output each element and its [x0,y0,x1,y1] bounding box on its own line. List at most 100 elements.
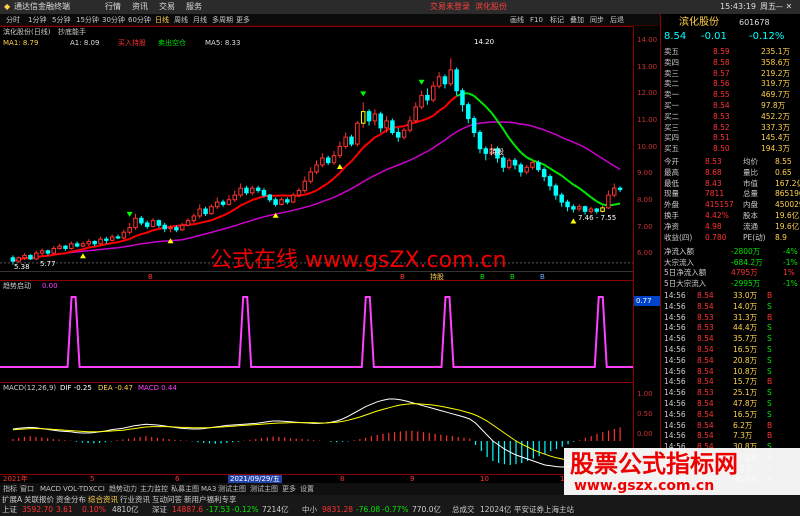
tab-fund[interactable]: 资金分布 [56,495,86,505]
stat-value: 0.780 [705,232,727,242]
candlestick-chart[interactable] [0,27,633,281]
tick-volume: 47.8万 [733,399,758,408]
tab-period-0[interactable]: 分时 [6,14,20,26]
tick-price: 8.54 [697,420,714,430]
tab-settings[interactable]: 设置 [300,483,314,495]
candle-body [115,236,121,239]
candle-body [320,157,325,166]
ma-line-short [438,106,446,112]
clock: 15:43:19 [720,2,756,11]
candle-body [606,194,611,209]
candle-body [617,187,623,191]
ma-line-short [398,125,405,128]
tool-overlay[interactable]: 叠加 [570,14,584,26]
tab-period-9[interactable]: 多周期 [212,14,233,26]
ob-volume: 337.3万 [761,122,790,132]
tab-cci[interactable]: CCI [93,483,105,495]
axis-label: 10.00 [637,143,658,151]
tab-more[interactable]: 更多 [282,483,296,495]
ma-line-short [549,167,557,173]
menu-service[interactable]: 服务 [186,0,202,14]
tick-price: 8.54 [697,291,714,300]
stat-value: 4.42% [705,211,729,220]
candle-body [121,231,127,239]
tab-period-6[interactable]: 日线 [155,14,169,26]
stat-label: 流通 [743,221,758,231]
ma-line-short [490,112,499,122]
candle-body [588,208,594,212]
tab-ind-news[interactable]: 行业资讯 [120,495,150,505]
tab-period-5[interactable]: 60分钟 [128,14,151,26]
tab-vol[interactable]: VOL-TDX [63,483,93,495]
tab-ext[interactable]: 扩展A [2,495,22,505]
index-ticker: 上证 3592.70 3.61 0.10% 4810亿 深证 14887.6 -17.53 -0… [0,505,800,516]
tab-period-2[interactable]: 5分钟 [52,14,70,26]
tab-window[interactable]: 窗口 [20,483,34,495]
tab-period-3[interactable]: 15分钟 [76,14,99,26]
tab-private[interactable]: 私募主图 [171,483,199,495]
ob-price: 8.51 [713,133,730,143]
candle-body [395,131,401,138]
candle-body [337,145,343,157]
tab-period-10[interactable]: 更多 [236,14,250,26]
tab-period-1[interactable]: 1分钟 [28,14,46,26]
tab-period-4[interactable]: 30分钟 [102,14,125,26]
macd-chart[interactable] [0,383,633,475]
tab-test1[interactable]: 测试主图 [218,483,246,495]
tick-volume: 16.5万 [733,409,758,419]
tool-draw[interactable]: 画线 [510,14,524,26]
window-controls-icon[interactable]: — ✕ [775,0,792,14]
trend-chart[interactable] [0,281,633,383]
ob-volume: 235.1万 [761,47,790,56]
tick-price: 8.54 [697,377,714,387]
promo-login[interactable]: 交易未登录 [430,0,470,14]
candle-body [331,155,337,164]
tab-test2[interactable]: 测试主图 [250,483,278,495]
tool-sync[interactable]: 同步 [590,14,604,26]
tab-qa[interactable]: 互动问答 [152,495,182,505]
axis-label: 6.00 [637,249,653,257]
tab-trend[interactable]: 趋势动力 [109,483,137,495]
ma-line-short [100,243,107,247]
ma-line-short [123,237,130,242]
promo-stock[interactable]: 滨化股份 [475,0,507,14]
tick-side: S [767,366,772,376]
candle-body [267,194,273,201]
candle-body [279,199,284,205]
tick-time: 14:56 [664,301,686,311]
tick-time: 14:56 [664,409,686,419]
candle-body [174,227,179,231]
flow-pct: -4% [783,247,798,256]
tab-indicator[interactable]: 指标 [3,483,17,495]
ob-label: 卖二 [664,79,679,89]
ob-price: 8.59 [713,47,730,56]
tool-f10[interactable]: F10 [530,14,543,26]
tool-back[interactable]: 后退 [610,14,624,26]
candle-body [325,157,331,164]
menu-trade[interactable]: 交易 [159,0,175,14]
tab-newuser[interactable]: 新用户福利专享 [184,495,237,505]
tab-rel[interactable]: 关联报价 [24,495,54,505]
ob-volume: 319.7万 [761,79,790,89]
tab-main-monitor[interactable]: 主力监控 [140,483,168,495]
flow-row: 5日净流入额 4795万 1% [661,267,800,278]
candle-body [378,113,383,129]
flow-row: 大宗流入 -684.2万 -1% [661,257,800,268]
indicator-tabs: 指标 窗口 MACD VOL-TDX CCI 趋势动力 主力监控 私募主图 MA… [0,483,633,495]
tab-macd[interactable]: MACD [40,483,61,495]
tick-side: S [767,409,772,419]
menu-news[interactable]: 资讯 [132,0,148,14]
tick-row: 14:56 8.53 31.3万 B [661,312,800,323]
tab-ma3[interactable]: MA3 [201,483,216,495]
tab-period-8[interactable]: 月线 [193,14,207,26]
stat-row: 现量 7811 总量 865196 [661,188,800,199]
index-value: 0.10% [82,505,106,514]
tab-news[interactable]: 综合资讯 [88,495,118,505]
status-bar: 扩展A 关联报价 资金分布 综合资讯 行业资讯 互动问答 新用户福利专享 上证 3… [0,495,800,516]
tick-side: S [767,334,772,344]
candle-body [466,104,471,120]
menu-quote[interactable]: 行情 [105,0,121,14]
tab-period-7[interactable]: 周线 [174,14,188,26]
stat-value: 8.9 [775,232,787,242]
tool-mark[interactable]: 标记 [550,14,564,26]
